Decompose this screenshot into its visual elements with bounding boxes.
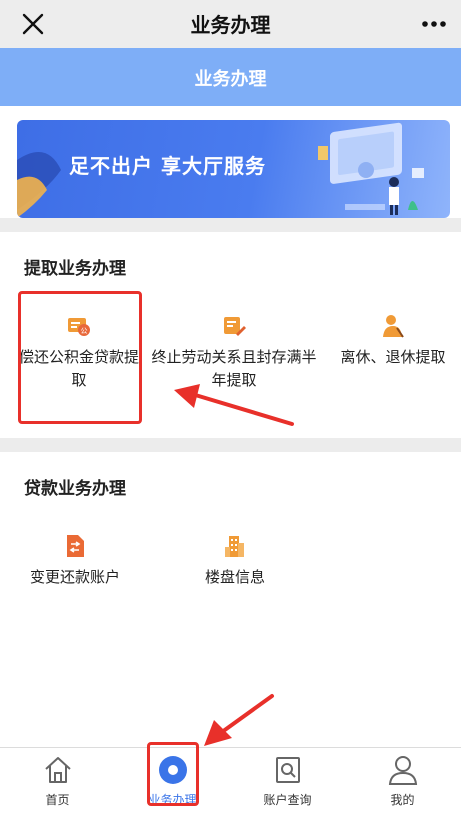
loan-item-label: 变更还款账户 (29, 568, 120, 586)
withdraw-item-retirement[interactable]: 离休、退休提取 (334, 314, 452, 369)
page-title: 业务办理 (190, 13, 271, 37)
loan-section-title: 贷款业务办理 (24, 479, 126, 499)
transfer-file-icon (67, 535, 84, 557)
highlight-box (18, 291, 142, 424)
tab-account-query[interactable]: 账户查询 (230, 748, 345, 813)
edit-document-icon (224, 317, 246, 336)
annotation-arrow (174, 384, 294, 426)
sub-header-title: 业务办理 (194, 69, 267, 90)
bottom-tab-bar: 首页 业务办理 账户查询 我的 (0, 742, 461, 813)
highlight-box (147, 742, 199, 806)
loan-item-change-account[interactable]: 变更还款账户 (20, 534, 130, 589)
tab-label: 我的 (390, 793, 415, 807)
service-hall-illustration (318, 122, 424, 215)
building-icon (225, 536, 244, 557)
tab-label: 首页 (45, 793, 70, 807)
withdraw-item-label: 离休、退休提取 (340, 348, 446, 366)
loan-item-label: 楼盘信息 (204, 568, 265, 586)
top-bar: 业务办理 (0, 0, 461, 48)
user-icon (388, 756, 417, 785)
banner-section: 足不出户 享大厅服务 (0, 106, 461, 218)
loan-item-property-info[interactable]: 楼盘信息 (180, 534, 290, 589)
promo-banner[interactable]: 足不出户 享大厅服务 (17, 120, 450, 218)
withdraw-section: 提取业务办理 公 偿还公积金贷款提取 终止劳动关系且封存满半年提取 离休、退休提… (0, 232, 461, 438)
annotation-arrow (204, 694, 274, 746)
retiree-person-icon (383, 315, 404, 338)
loan-section: 贷款业务办理 变更还款账户 楼盘信息 (0, 452, 461, 747)
withdraw-section-title: 提取业务办理 (24, 259, 126, 279)
withdraw-item-terminate-employment[interactable]: 终止劳动关系且封存满半年提取 (148, 314, 320, 392)
more-options-icon[interactable] (421, 20, 447, 28)
banner-slogan: 足不出户 享大厅服务 (69, 154, 266, 178)
sub-header: 业务办理 (0, 48, 461, 106)
search-document-icon (275, 757, 300, 783)
tab-mine[interactable]: 我的 (345, 748, 460, 813)
home-icon (44, 757, 71, 783)
tab-home[interactable]: 首页 (0, 748, 115, 813)
tab-label: 账户查询 (263, 793, 312, 807)
